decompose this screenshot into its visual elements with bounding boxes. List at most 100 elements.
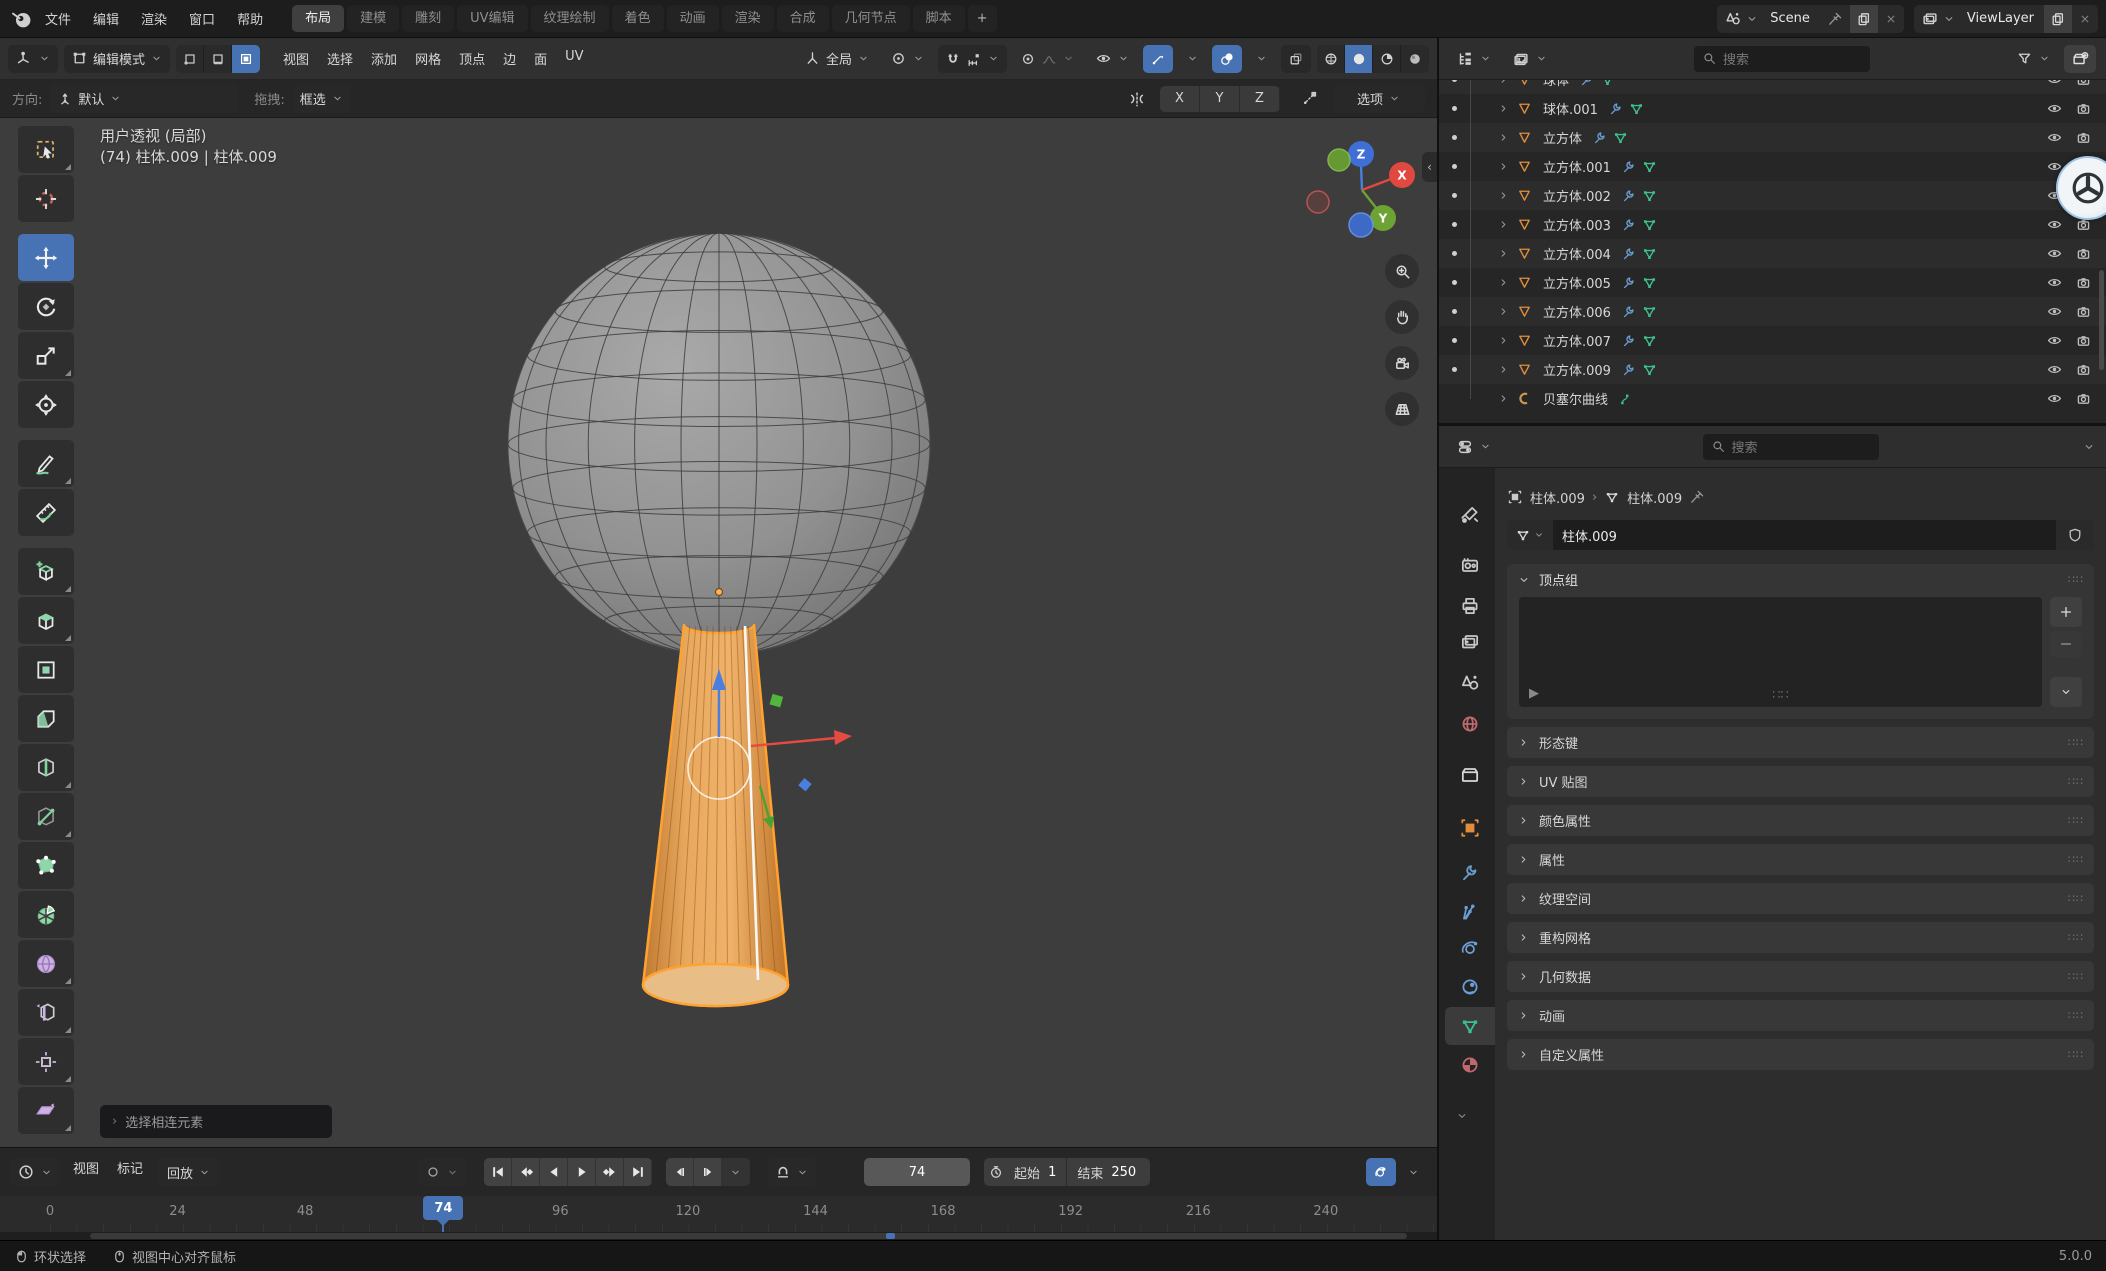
- topbar-menu-4[interactable]: 帮助: [226, 5, 274, 32]
- gizmo-dropdown[interactable]: [1179, 45, 1206, 73]
- outliner-row-立方体.002[interactable]: 立方体.002: [1439, 181, 2106, 210]
- expand-chevron-icon[interactable]: [1497, 217, 1510, 232]
- object-name[interactable]: 立方体.003: [1543, 215, 1611, 234]
- hide-eye-icon[interactable]: [2046, 80, 2063, 88]
- options-dropdown[interactable]: 选项: [1333, 85, 1425, 113]
- sidebar-collapse-arrow[interactable]: ‹: [1422, 152, 1437, 182]
- edge-select-mode-button[interactable]: [204, 45, 232, 73]
- viewport-canvas[interactable]: Z X Y 用户透视 (局部) (74) 柱体.009 | 柱体.009 ‹: [0, 118, 1437, 1147]
- expand-chevron-icon[interactable]: [1497, 275, 1510, 290]
- object-name[interactable]: 立方体.009: [1543, 360, 1611, 379]
- smooth-tool-button[interactable]: [18, 940, 74, 987]
- inset-faces-tool-button[interactable]: [18, 646, 74, 693]
- auto-keying-controls[interactable]: [418, 1158, 466, 1186]
- snap-base-button[interactable]: [1294, 85, 1325, 113]
- workspace-tab-UV编辑[interactable]: UV编辑: [457, 5, 527, 32]
- poly-build-tool-button[interactable]: [18, 842, 74, 889]
- solid-shading-button[interactable]: [1345, 45, 1373, 73]
- scene-name[interactable]: Scene: [1766, 11, 1820, 26]
- view-layer-name[interactable]: ViewLayer: [1963, 11, 2044, 26]
- viewport-menu-7[interactable]: UV: [556, 49, 592, 68]
- timeline-menu-1[interactable]: 标记: [108, 1158, 152, 1186]
- overlays-dropdown[interactable]: [1248, 45, 1275, 73]
- properties-editor-type-button[interactable]: [1449, 433, 1499, 461]
- outliner-row-球体.001[interactable]: 球体.001: [1439, 94, 2106, 123]
- viewport-menu-4[interactable]: 顶点: [450, 49, 494, 68]
- panel-grip[interactable]: ∷∷: [2068, 573, 2084, 586]
- frame-forward-button[interactable]: [694, 1158, 722, 1186]
- panel-grip[interactable]: ∷∷: [2068, 892, 2084, 905]
- outliner-display-mode-button[interactable]: [1505, 45, 1555, 73]
- remove-vertex-group-button[interactable]: [2050, 631, 2082, 657]
- disable-render-camera-icon[interactable]: [2075, 361, 2092, 378]
- panel-UV 贴图[interactable]: UV 贴图∷∷: [1507, 766, 2094, 797]
- mode-select[interactable]: 编辑模式: [64, 45, 170, 73]
- list-expand-arrow[interactable]: ▶: [1529, 686, 1539, 701]
- hide-eye-icon[interactable]: [2046, 216, 2063, 233]
- properties-options-dropdown[interactable]: [2082, 440, 2096, 454]
- transform-orientation-select[interactable]: 全局: [797, 45, 877, 73]
- object-name[interactable]: 立方体.007: [1543, 331, 1611, 350]
- timeline-scrollbar[interactable]: [0, 1232, 1437, 1240]
- xray-toggle[interactable]: [1281, 45, 1311, 73]
- workspace-tab-合成[interactable]: 合成: [777, 5, 829, 32]
- expand-chevron-icon[interactable]: [1497, 101, 1510, 116]
- expand-chevron-icon[interactable]: [1497, 130, 1510, 145]
- fake-user-button[interactable]: [2056, 520, 2094, 550]
- hide-eye-icon[interactable]: [2046, 274, 2063, 291]
- panel-重构网格[interactable]: 重构网格∷∷: [1507, 922, 2094, 953]
- vertex-groups-list[interactable]: ▶ ∷∷: [1519, 597, 2042, 707]
- frame-step-dropdown[interactable]: [722, 1158, 750, 1186]
- timeline-menu-0[interactable]: 视图: [64, 1158, 108, 1186]
- object-name[interactable]: 立方体.002: [1543, 186, 1611, 205]
- timeline-menu-2[interactable]: 回放: [158, 1158, 220, 1186]
- playhead[interactable]: 74: [423, 1196, 463, 1220]
- workspace-tab-布局[interactable]: 布局: [292, 5, 344, 32]
- expand-chevron-icon[interactable]: [1497, 188, 1510, 203]
- panel-grip[interactable]: ∷∷: [2068, 1048, 2084, 1061]
- add-vertex-group-button[interactable]: [2050, 597, 2082, 627]
- modifiers-tab-button[interactable]: [1447, 854, 1493, 892]
- material-tab-button[interactable]: [1447, 1046, 1493, 1084]
- mesh-name-field[interactable]: 柱体.009: [1553, 520, 2056, 550]
- start-frame-field[interactable]: 起始1: [1004, 1158, 1066, 1186]
- edge-slide-tool-button[interactable]: [18, 989, 74, 1036]
- scene-3d-view[interactable]: Z X Y: [0, 118, 1437, 1147]
- jump-to-end-button[interactable]: [624, 1158, 652, 1186]
- hide-eye-icon[interactable]: [2046, 245, 2063, 262]
- overlays-toggle[interactable]: [1212, 45, 1242, 73]
- frame-back-button[interactable]: [666, 1158, 694, 1186]
- material-shading-button[interactable]: [1373, 45, 1401, 73]
- outliner-editor-type-button[interactable]: [1449, 45, 1499, 73]
- playback-sync-toggle[interactable]: [1366, 1158, 1396, 1186]
- vertex-group-specials-button[interactable]: [2050, 677, 2082, 707]
- editor-type-button[interactable]: [8, 45, 58, 73]
- object-name[interactable]: 立方体.004: [1543, 244, 1611, 263]
- workspace-tab-纹理绘制[interactable]: 纹理绘制: [531, 5, 609, 32]
- workspace-tab-渲染[interactable]: 渲染: [722, 5, 774, 32]
- outliner-row-球体[interactable]: 球体: [1439, 80, 2106, 94]
- add-cube-tool-button[interactable]: [18, 548, 74, 595]
- panel-grip[interactable]: ∷∷: [2068, 775, 2084, 788]
- outliner-row-立方体.005[interactable]: 立方体.005: [1439, 268, 2106, 297]
- new-collection-button[interactable]: [2064, 45, 2096, 73]
- hide-eye-icon[interactable]: [2046, 129, 2063, 146]
- proportional-edit-controls[interactable]: [1013, 45, 1082, 73]
- workspace-tab-建模[interactable]: 建模: [347, 5, 399, 32]
- measure-tool-button[interactable]: [18, 489, 74, 536]
- panel-形态键[interactable]: 形态键∷∷: [1507, 727, 2094, 758]
- viewport-menu-3[interactable]: 网格: [406, 49, 450, 68]
- expand-chevron-icon[interactable]: [1497, 246, 1510, 261]
- panel-grip[interactable]: ∷∷: [2068, 1009, 2084, 1022]
- workspace-tab-动画[interactable]: 动画: [667, 5, 719, 32]
- rendered-shading-button[interactable]: [1401, 45, 1429, 73]
- mirror-axis-y-button[interactable]: Y: [1200, 86, 1240, 112]
- cursor-tool-button[interactable]: [18, 175, 74, 222]
- vertex-groups-panel-header[interactable]: 顶点组 ∷∷: [1507, 564, 2094, 595]
- viewport-menu-6[interactable]: 面: [525, 49, 556, 68]
- visibility-dropdown[interactable]: [1088, 45, 1137, 73]
- keyframe-snap-controls[interactable]: [768, 1158, 816, 1186]
- play-button[interactable]: [568, 1158, 596, 1186]
- outliner-row-立方体.007[interactable]: 立方体.007: [1439, 326, 2106, 355]
- outliner-row-贝塞尔曲线[interactable]: 贝塞尔曲线: [1439, 384, 2106, 413]
